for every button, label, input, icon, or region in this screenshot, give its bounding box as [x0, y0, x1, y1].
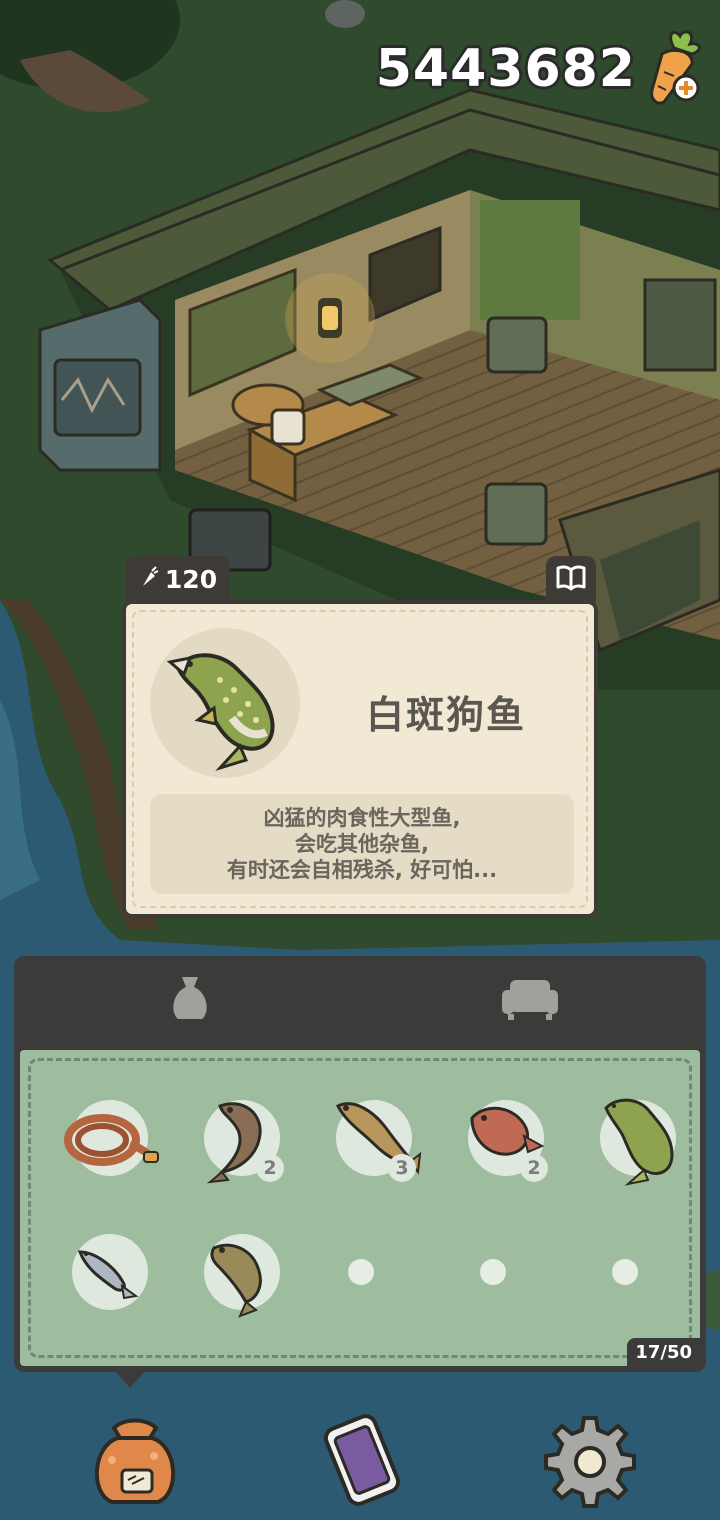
empty-slot[interactable] [480, 1259, 506, 1285]
empty-slot[interactable] [348, 1259, 374, 1285]
empty-slot[interactable] [612, 1259, 638, 1285]
item-price: 120 [164, 564, 218, 594]
inventory-slot[interactable] [600, 1098, 676, 1186]
rope-coil-icon [64, 1114, 159, 1166]
description-line: 凶猛的肉食性大型鱼, [263, 806, 461, 830]
inventory-slot[interactable] [72, 1234, 148, 1310]
item-description: 凶猛的肉食性大型鱼, 会吃其他杂鱼, 有时还会自相残杀, 好可怕... [150, 794, 574, 894]
item-portrait [150, 628, 300, 778]
inventory-slot[interactable]: 2 [204, 1100, 284, 1184]
currency-display: 5443682 [376, 28, 706, 110]
tab-bag[interactable] [160, 970, 220, 1030]
encyclopedia-tab[interactable] [546, 556, 596, 602]
item-detail-card: 白斑狗鱼 凶猛的肉食性大型鱼, 会吃其他杂鱼, 有时还会自相残杀, 好可怕... [122, 600, 598, 918]
item-name: 白斑狗鱼 [366, 693, 527, 737]
book-icon[interactable] [555, 563, 587, 595]
inventory-grid: 2 3 2 17/50 [20, 1050, 700, 1366]
price-tab: 120 [126, 556, 230, 602]
tab-furniture[interactable] [500, 970, 560, 1030]
inventory-slot[interactable] [64, 1100, 159, 1176]
inventory-capacity: 17/50 [627, 1338, 700, 1366]
goby-icon [210, 1243, 262, 1318]
tab-pointer [114, 1370, 146, 1388]
carrot-icon [139, 565, 159, 594]
pike-fish-icon [604, 1098, 674, 1186]
inventory-slot[interactable]: 2 [468, 1100, 548, 1182]
phone-icon [323, 1414, 401, 1506]
inventory-slot[interactable]: 3 [335, 1100, 422, 1182]
description-line: 有时还会自相残杀, 好可怕... [226, 858, 498, 882]
small-fish-icon [77, 1250, 139, 1300]
inventory-slot[interactable] [204, 1234, 280, 1318]
nav-settings-button[interactable] [540, 1410, 640, 1510]
currency-amount: 5443682 [375, 39, 636, 99]
item-count: 2 [256, 1154, 284, 1182]
item-count: 2 [520, 1154, 548, 1182]
sofa-icon[interactable] [500, 976, 560, 1024]
inventory-tabs [14, 956, 706, 1048]
sack-icon[interactable] [170, 973, 210, 1027]
carrot-plus-icon[interactable] [644, 28, 706, 110]
pike-fish-icon [166, 653, 275, 772]
gear-icon [544, 1416, 636, 1508]
inventory-panel: 2 3 2 17/50 [14, 956, 706, 1372]
item-count: 3 [388, 1154, 416, 1182]
description-line: 会吃其他杂鱼, [295, 832, 429, 856]
nav-phone-button[interactable] [312, 1410, 412, 1510]
carrot-bag-icon [95, 1418, 175, 1504]
nav-bag-button[interactable] [84, 1410, 184, 1510]
